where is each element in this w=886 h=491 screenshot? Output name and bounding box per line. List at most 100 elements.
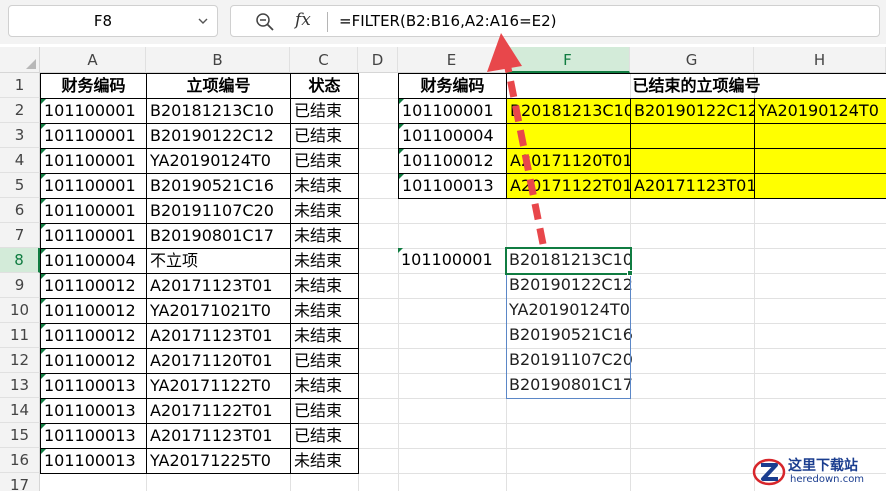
right-table-result-cell[interactable]	[630, 123, 755, 149]
row-header-12[interactable]: 12	[0, 348, 40, 373]
left-table-cell[interactable]: 未结束	[290, 448, 359, 474]
left-table-cell[interactable]: A20171123T01	[146, 423, 291, 449]
row-header-4[interactable]: 4	[0, 148, 40, 173]
insert-function-icon[interactable]: fx	[295, 10, 311, 30]
row-header-5[interactable]: 5	[0, 173, 40, 198]
left-table-cell[interactable]: 未结束	[290, 173, 359, 199]
left-table-cell[interactable]: 已结束	[290, 423, 359, 449]
right-table-result-cell[interactable]	[754, 123, 886, 149]
left-table-cell[interactable]: 不立项	[146, 248, 291, 274]
left-table-cell[interactable]: 已结束	[290, 98, 359, 124]
left-table-cell[interactable]: 未结束	[290, 298, 359, 324]
row-header-3[interactable]: 3	[0, 123, 40, 148]
left-table-cell[interactable]: 未结束	[290, 198, 359, 224]
right-table-result-cell[interactable]	[754, 148, 886, 174]
left-table-cell[interactable]: 101100001	[40, 173, 147, 199]
select-all-corner[interactable]	[0, 47, 40, 73]
left-table-header[interactable]: 财务编码	[40, 73, 147, 99]
row-header-1[interactable]: 1	[0, 73, 40, 98]
left-table-cell[interactable]: 101100013	[40, 373, 147, 399]
right-table-result-cell[interactable]: A20171122T01	[506, 173, 633, 199]
formula-box[interactable]: fx =FILTER(B2:B16,A2:A16=E2)	[230, 5, 880, 37]
column-header-d[interactable]: D	[358, 47, 398, 73]
name-box[interactable]: F8	[8, 5, 218, 37]
right-table-result-cell[interactable]: B20181213C10	[506, 98, 634, 124]
left-table-cell[interactable]: A20171122T01	[146, 398, 291, 424]
row-header-14[interactable]: 14	[0, 398, 40, 423]
chevron-down-icon[interactable]	[198, 16, 208, 26]
left-table-cell[interactable]: 101100012	[40, 323, 147, 349]
left-table-cell[interactable]: 101100013	[40, 448, 147, 474]
row-header-6[interactable]: 6	[0, 198, 40, 223]
row-header-9[interactable]: 9	[0, 273, 40, 298]
row-header-16[interactable]: 16	[0, 448, 40, 473]
right-table-result-cell[interactable]	[754, 173, 886, 199]
left-table-cell[interactable]: B20191107C20	[146, 198, 291, 224]
column-header-a[interactable]: A	[40, 47, 146, 73]
zoom-icon[interactable]	[255, 12, 275, 32]
left-table-cell[interactable]: 未结束	[290, 223, 359, 249]
right-table-header-merged[interactable]: 已结束的立项编号	[506, 73, 886, 99]
left-table-header[interactable]: 立项编号	[146, 73, 291, 99]
lookup-code-cell[interactable]: 101100001	[398, 248, 507, 274]
right-table-code-cell[interactable]: 101100013	[398, 173, 507, 199]
left-table-cell[interactable]: B20181213C10	[146, 98, 291, 124]
right-table-result-cell[interactable]: B20190122C12	[630, 98, 758, 124]
left-table-cell[interactable]: B20190122C12	[146, 123, 291, 149]
column-header-b[interactable]: B	[146, 47, 290, 73]
row-header-2[interactable]: 2	[0, 98, 40, 123]
left-table-cell[interactable]: A20171123T01	[146, 323, 291, 349]
left-table-cell[interactable]: 未结束	[290, 248, 359, 274]
column-header-g[interactable]: G	[630, 47, 754, 73]
row-header-17[interactable]: 17	[0, 473, 40, 491]
left-table-cell[interactable]: B20190801C17	[146, 223, 291, 249]
left-table-cell[interactable]: 未结束	[290, 373, 359, 399]
column-header-f[interactable]: F	[506, 47, 630, 73]
active-cell-selection[interactable]	[505, 247, 632, 275]
row-header-11[interactable]: 11	[0, 323, 40, 348]
formula-input[interactable]: =FILTER(B2:B16,A2:A16=E2)	[339, 12, 557, 30]
left-table-cell[interactable]: 101100004	[40, 248, 147, 274]
left-table-cell[interactable]: 101100001	[40, 198, 147, 224]
left-table-cell[interactable]: YA20171021T0	[146, 298, 291, 324]
right-table-header-code[interactable]: 财务编码	[398, 73, 507, 99]
row-header-10[interactable]: 10	[0, 298, 40, 323]
right-table-result-cell[interactable]: A20171123T01	[630, 173, 757, 199]
left-table-cell[interactable]: 101100012	[40, 273, 147, 299]
left-table-cell[interactable]: A20171120T01	[146, 348, 291, 374]
left-table-cell[interactable]: 已结束	[290, 398, 359, 424]
left-table-cell[interactable]: B20190521C16	[146, 173, 291, 199]
left-table-cell[interactable]: 101100001	[40, 223, 147, 249]
column-header-e[interactable]: E	[398, 47, 506, 73]
row-header-7[interactable]: 7	[0, 223, 40, 248]
left-table-cell[interactable]: 已结束	[290, 148, 359, 174]
left-table-cell[interactable]: YA20171122T0	[146, 373, 291, 399]
left-table-cell[interactable]: 101100013	[40, 398, 147, 424]
left-table-cell[interactable]: A20171123T01	[146, 273, 291, 299]
right-table-result-cell[interactable]: A20171120T01	[506, 148, 633, 174]
left-table-cell[interactable]: YA20171225T0	[146, 448, 291, 474]
right-table-result-cell[interactable]	[506, 123, 631, 149]
column-header-c[interactable]: C	[290, 47, 358, 73]
right-table-result-cell[interactable]: YA20190124T0	[754, 98, 886, 124]
row-header-8[interactable]: 8	[0, 248, 40, 273]
left-table-cell[interactable]: 未结束	[290, 273, 359, 299]
left-table-cell[interactable]: 101100001	[40, 98, 147, 124]
right-table-code-cell[interactable]: 101100001	[398, 98, 507, 124]
left-table-cell[interactable]: 已结束	[290, 348, 359, 374]
right-table-code-cell[interactable]: 101100004	[398, 123, 507, 149]
left-table-cell[interactable]: 未结束	[290, 323, 359, 349]
left-table-cell[interactable]: 101100013	[40, 423, 147, 449]
row-header-13[interactable]: 13	[0, 373, 40, 398]
column-header-h[interactable]: H	[754, 47, 886, 73]
left-table-cell[interactable]: 101100012	[40, 348, 147, 374]
left-table-cell[interactable]: 101100012	[40, 298, 147, 324]
fill-handle[interactable]	[627, 270, 633, 276]
right-table-result-cell[interactable]	[630, 148, 755, 174]
left-table-cell[interactable]: 已结束	[290, 123, 359, 149]
left-table-cell[interactable]: 101100001	[40, 123, 147, 149]
right-table-code-cell[interactable]: 101100012	[398, 148, 507, 174]
row-header-15[interactable]: 15	[0, 423, 40, 448]
left-table-cell[interactable]: YA20190124T0	[146, 148, 291, 174]
left-table-cell[interactable]: 101100001	[40, 148, 147, 174]
